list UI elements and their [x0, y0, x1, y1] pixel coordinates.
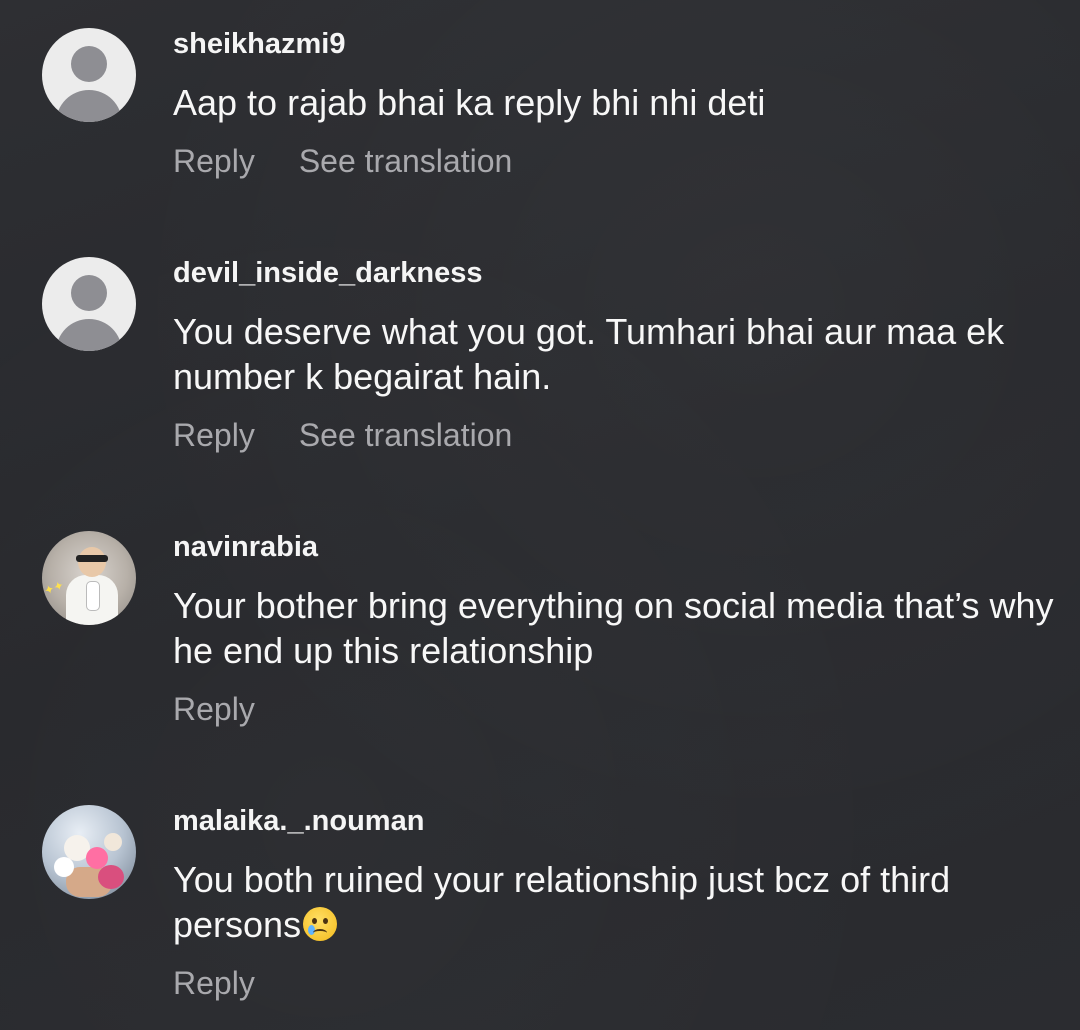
comment-text: You deserve what you got. Tumhari bhai a…: [173, 311, 1005, 397]
crying-face-emoji-icon: [303, 907, 338, 941]
reply-button[interactable]: Reply: [173, 963, 255, 1003]
comment-actions: Reply: [173, 689, 255, 729]
comment-text: Aap to rajab bhai ka reply bhi nhi deti: [173, 82, 766, 123]
default-avatar-icon: [71, 275, 107, 311]
comment-username[interactable]: sheikhazmi9: [173, 26, 345, 62]
comment-username[interactable]: navinrabia: [173, 529, 318, 565]
comment-actions: Reply: [173, 963, 255, 1003]
comment-username[interactable]: malaika._.nouman: [173, 803, 424, 839]
default-avatar-icon: [71, 46, 107, 82]
avatar[interactable]: [42, 257, 136, 351]
see-translation-button[interactable]: See translation: [299, 141, 512, 181]
comment-text: You both ruined your relationship just b…: [173, 857, 1078, 947]
comment-text: Your bother bring everything on social m…: [173, 585, 1054, 671]
see-translation-button[interactable]: See translation: [299, 415, 512, 455]
comment-username[interactable]: devil_inside_darkness: [173, 255, 483, 291]
comment-actions: Reply See translation: [173, 141, 512, 181]
comment-actions: Reply See translation: [173, 415, 512, 455]
avatar[interactable]: ✦✦: [42, 531, 136, 625]
avatar[interactable]: [42, 28, 136, 122]
reply-button[interactable]: Reply: [173, 689, 255, 729]
avatar[interactable]: [42, 805, 136, 899]
comment-text-content: You both ruined your relationship just b…: [173, 859, 951, 945]
reply-button[interactable]: Reply: [173, 141, 255, 181]
sticker-icon: ✦✦: [42, 577, 66, 599]
reply-button[interactable]: Reply: [173, 415, 255, 455]
